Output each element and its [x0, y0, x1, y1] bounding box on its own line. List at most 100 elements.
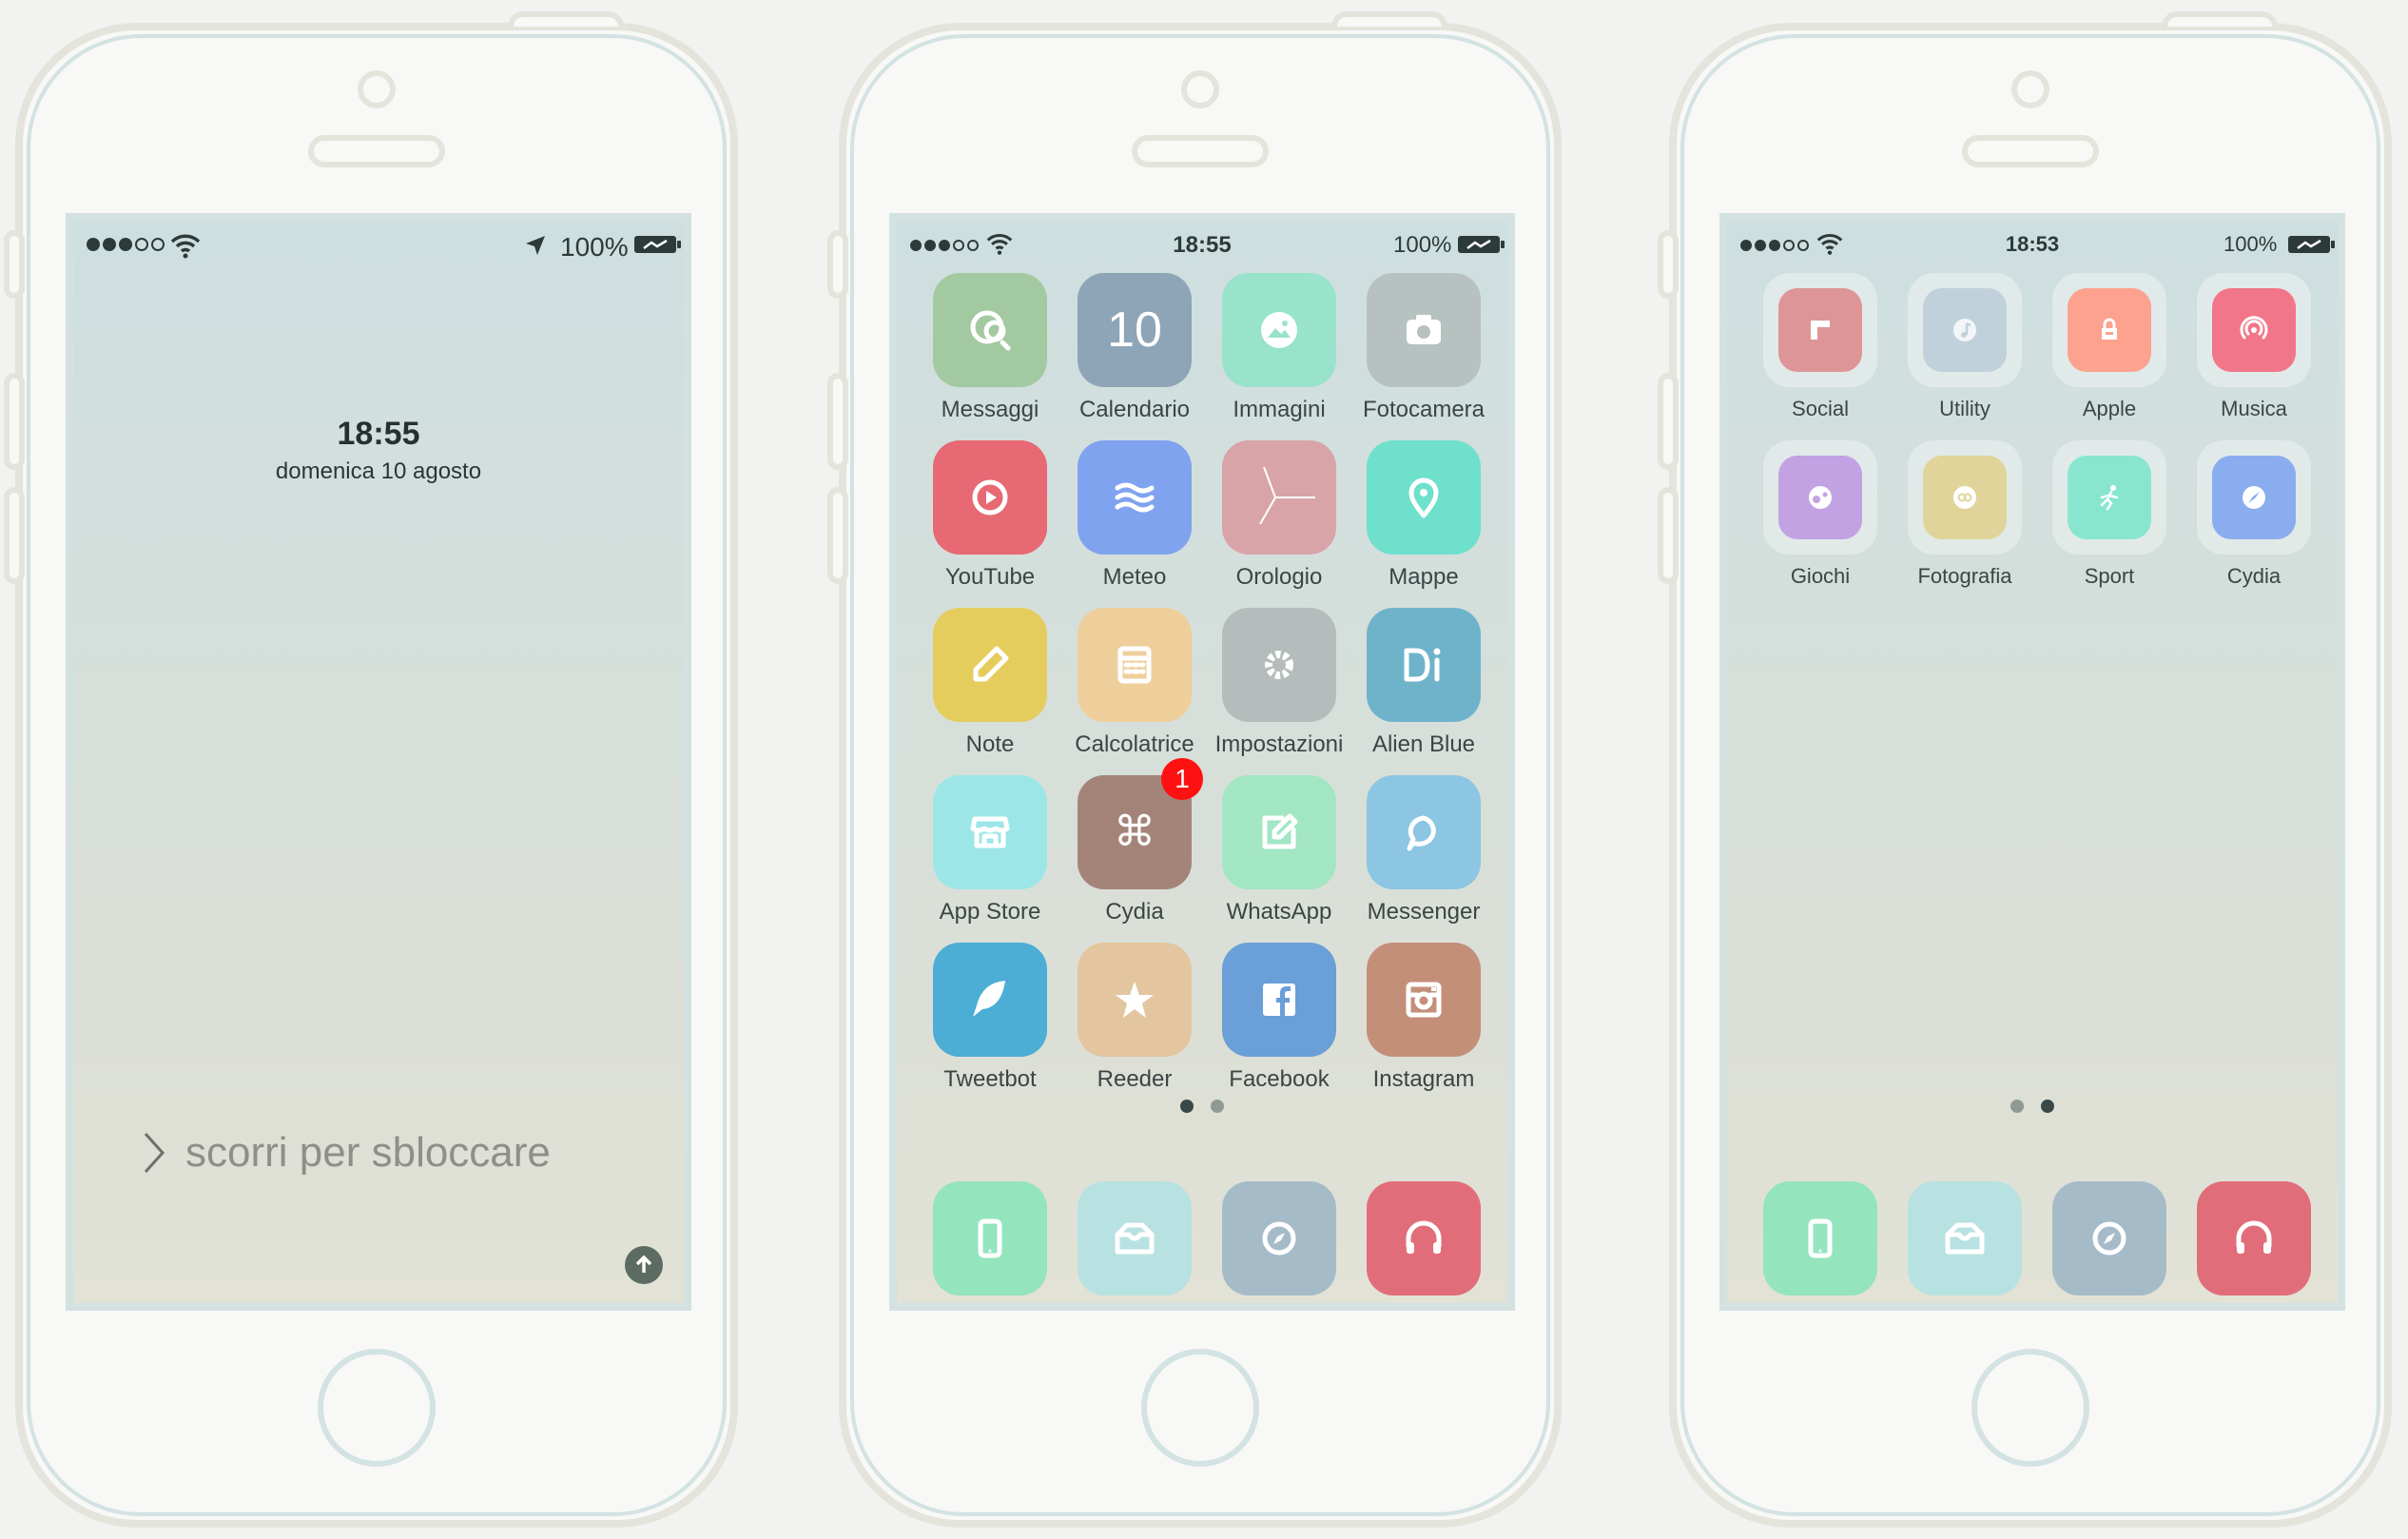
app-impostazioni[interactable]: Impostazioni [1213, 608, 1346, 758]
slide-to-unlock-label: scorri per sbloccare [185, 1129, 551, 1176]
page-dot-active [1180, 1100, 1194, 1113]
app-safari[interactable]: Safari [2043, 1181, 2176, 1303]
folder-apple[interactable]: Apple [2043, 273, 2176, 421]
front-camera [2011, 70, 2049, 108]
app-meteo[interactable]: Meteo [1068, 440, 1201, 591]
app-tweetbot[interactable]: Tweetbot [923, 943, 1057, 1093]
page-dot [1211, 1100, 1224, 1113]
phone-home-page-2: 18:53 100% Social Utility Apple Musica Gioch… [1658, 11, 2392, 1528]
app-telefono[interactable]: Telefono [923, 1181, 1057, 1303]
app-messenger[interactable]: Messenger [1357, 775, 1490, 925]
page-indicator[interactable] [1727, 1100, 2338, 1113]
lock-screen: 100% 18:55 domenica 10 agosto scorri per… [66, 213, 691, 1311]
app-note[interactable]: Note [923, 608, 1057, 758]
camera-icon [1367, 273, 1481, 387]
signal-dots [87, 238, 165, 251]
volume-up-button [1658, 373, 1679, 470]
folder-label: Giochi [1790, 564, 1851, 588]
app-label: Meteo [1102, 564, 1167, 590]
app-musica[interactable]: Musica [2187, 1181, 2321, 1303]
mail-icon [1908, 1181, 2022, 1295]
command-icon: ⌘ 1 [1078, 758, 1203, 889]
app-facebook[interactable]: Facebook [1213, 943, 1346, 1093]
app-label: Mail [1898, 1305, 2031, 1311]
notification-badge: 1 [1161, 758, 1203, 800]
folder-cydia[interactable]: Cydia [2187, 440, 2321, 589]
app-label: Note [965, 731, 1015, 757]
app-whatsapp[interactable]: WhatsApp [1213, 775, 1346, 925]
mute-switch [1658, 230, 1679, 299]
app-orologio[interactable]: Orologio [1213, 440, 1346, 591]
home-button[interactable] [1141, 1349, 1259, 1467]
app-calcolatrice[interactable]: Calcolatrice [1068, 608, 1201, 758]
app-telefono[interactable]: Telefono [1754, 1181, 1887, 1303]
folder-social[interactable]: Social [1754, 273, 1887, 421]
app-mappe[interactable]: Mappe [1357, 440, 1490, 591]
folder-icon [2052, 440, 2166, 555]
front-camera [358, 70, 396, 108]
app-youtube[interactable]: YouTube [923, 440, 1057, 591]
calculator-icon [1078, 608, 1192, 722]
app-immagini[interactable]: Immagini [1213, 273, 1346, 423]
map-pin-icon [1367, 440, 1481, 555]
battery-percent: 100% [560, 232, 629, 262]
battery-charging-icon [1458, 236, 1505, 253]
app-musica[interactable]: Musica [1357, 1181, 1490, 1311]
folder-label: Cydia [2226, 564, 2282, 588]
app-reeder[interactable]: Reeder [1068, 943, 1201, 1093]
page-indicator[interactable] [897, 1100, 1507, 1113]
folder-giochi[interactable]: Giochi [1754, 440, 1887, 589]
earpiece-speaker [1132, 135, 1269, 167]
folder-sport[interactable]: Sport [2043, 440, 2176, 589]
calendar-icon: 10 [1078, 273, 1192, 387]
app-label: Musica [1357, 1305, 1490, 1311]
folder-icon [2197, 273, 2311, 387]
app-app-store[interactable]: App Store [923, 775, 1057, 925]
app-label: Instagram [1372, 1066, 1475, 1092]
svg-text:⌘: ⌘ [1114, 808, 1155, 856]
slide-to-unlock[interactable]: scorri per sbloccare [140, 1124, 551, 1181]
app-label: Calendario [1078, 397, 1191, 422]
app-mail[interactable]: Mail [1068, 1181, 1201, 1311]
app-label: YouTube [944, 564, 1036, 590]
app-fotocamera[interactable]: Fotocamera [1357, 273, 1490, 423]
radio-icon [2212, 288, 2296, 372]
folder-utility[interactable]: Utility [1898, 273, 2031, 421]
store-icon [933, 775, 1047, 889]
calendar-day: 10 [1107, 302, 1162, 358]
folder-musica[interactable]: Musica [2187, 273, 2321, 421]
folder-fotografia[interactable]: Fotografia [1898, 440, 2031, 589]
app-label: Mail [1068, 1305, 1201, 1311]
photos-icon [1222, 273, 1336, 387]
arrow-up-icon [635, 1255, 652, 1273]
camera-grabber-button[interactable] [625, 1246, 663, 1284]
home-button[interactable] [1971, 1349, 2089, 1467]
mute-switch [4, 230, 25, 299]
app-instagram[interactable]: Instagram [1357, 943, 1490, 1093]
phone-icon [1763, 1181, 1877, 1295]
app-label: Messaggi [941, 397, 1039, 422]
app-messaggi[interactable]: Messaggi [923, 273, 1057, 423]
volume-down-button [4, 487, 25, 584]
status-bar: 100% [73, 228, 684, 266]
app-label: Messenger [1367, 899, 1481, 925]
battery-charging-icon [2288, 236, 2335, 253]
app-alien-blue[interactable]: Alien Blue [1357, 608, 1490, 758]
power-button [1331, 11, 1447, 27]
app-mail[interactable]: Mail [1898, 1181, 2031, 1311]
app-calendario[interactable]: 10 Calendario [1068, 273, 1201, 423]
app-cydia[interactable]: ⌘ 1 Cydia [1068, 758, 1203, 925]
phone-lockscreen: 100% 18:55 domenica 10 agosto scorri per… [4, 11, 738, 1528]
app-label: Mappe [1388, 564, 1459, 590]
facebook-icon [1222, 943, 1336, 1057]
app-safari[interactable]: Safari [1213, 1181, 1346, 1303]
battery-charging-icon [634, 236, 681, 253]
game-icon [1778, 456, 1862, 539]
app-label: Tweetbot [943, 1066, 1037, 1092]
status-bar: 18:55 100% [897, 228, 1507, 266]
folder-icon [1763, 273, 1877, 387]
clock-icon [1222, 440, 1336, 555]
home-button[interactable] [318, 1349, 436, 1467]
folder-icon [1763, 440, 1877, 555]
flipboard-icon [1778, 288, 1862, 372]
